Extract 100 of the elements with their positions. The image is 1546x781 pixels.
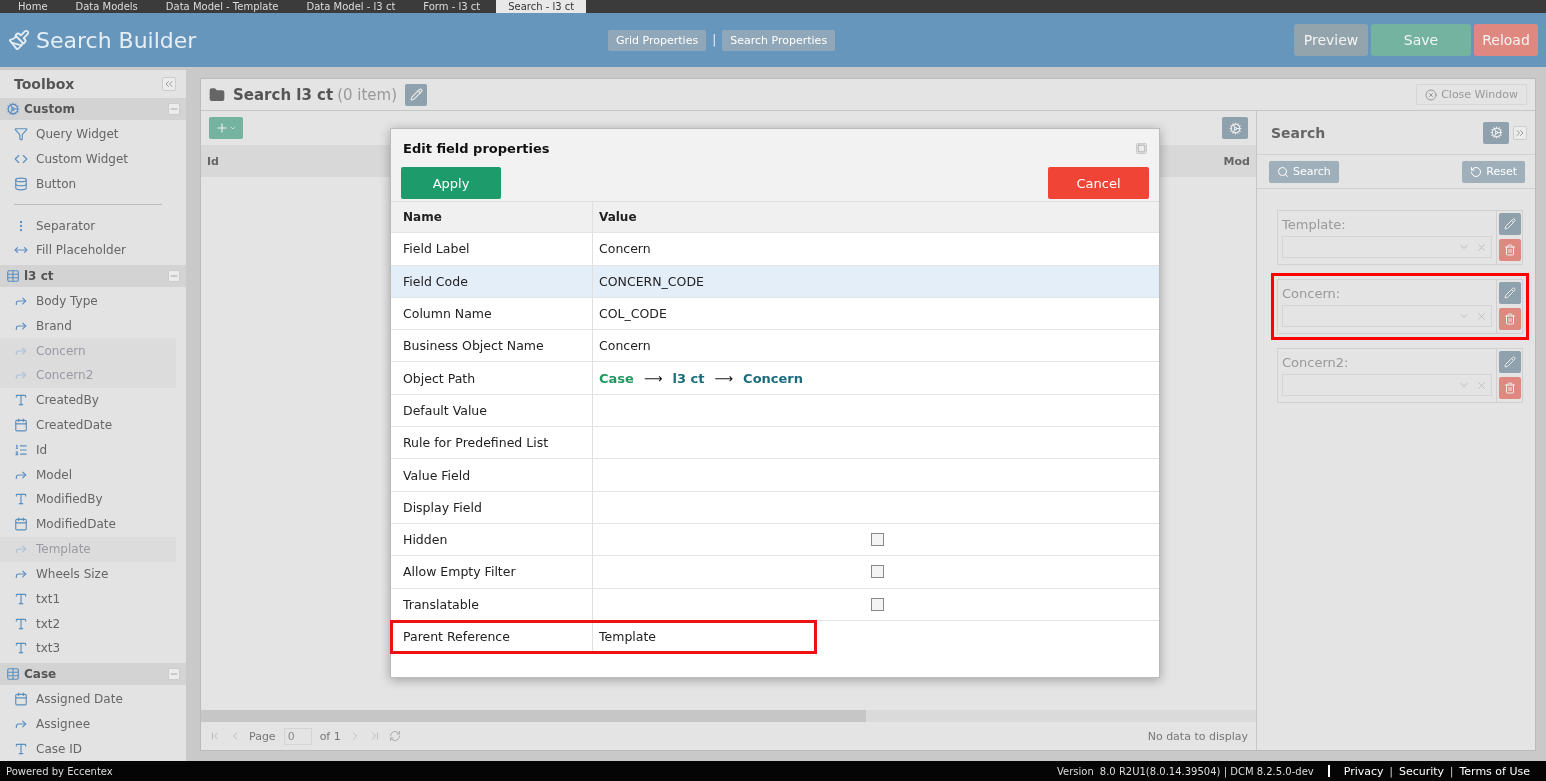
edit-button[interactable] (1499, 213, 1521, 235)
toolbox-item[interactable]: CreatedBy (0, 387, 176, 413)
collapse-button[interactable] (168, 667, 180, 680)
settings-button[interactable] (1222, 117, 1248, 139)
toolbox-item[interactable]: txt2 (0, 611, 176, 636)
collapse-button[interactable] (168, 102, 180, 115)
version-label: Version (1057, 765, 1094, 777)
dropdown-field[interactable] (1282, 236, 1492, 258)
property-row[interactable]: Column Name COL_CODE (391, 297, 1159, 331)
settings-button[interactable] (1483, 121, 1509, 144)
checkbox[interactable] (871, 565, 884, 579)
text-icon (14, 616, 28, 631)
calendar-icon (14, 418, 28, 433)
add-button[interactable] (209, 117, 243, 139)
toolbox-item[interactable]: Model (0, 462, 176, 488)
panel-title: Search (1271, 124, 1327, 141)
scrollbar-thumb[interactable] (201, 710, 866, 722)
edit-button[interactable] (405, 83, 428, 106)
code-icon (14, 152, 28, 166)
path-label: l3 ct (672, 370, 705, 386)
database-icon (14, 176, 28, 191)
property-row[interactable]: Allow Empty Filter (391, 556, 1159, 589)
footer-link[interactable]: Security (1398, 764, 1445, 778)
footer-link[interactable]: Terms of Use (1459, 764, 1530, 778)
delete-button[interactable] (1499, 308, 1521, 330)
trash-icon (1504, 244, 1516, 256)
delete-button[interactable] (1499, 239, 1521, 261)
toolbox-item[interactable]: Separator (0, 213, 176, 238)
property-row[interactable]: Value Field (391, 459, 1159, 492)
square-icon (1137, 143, 1146, 153)
text-icon (14, 641, 28, 656)
checkbox[interactable] (871, 597, 884, 611)
funnel-icon (14, 127, 28, 142)
numbered-list-icon (14, 442, 28, 457)
document-tab[interactable]: Home (6, 0, 60, 13)
toolbox-item[interactable]: Button (0, 171, 176, 197)
property-row[interactable]: Rule for Predefined List (391, 427, 1159, 460)
dropdown-field[interactable] (1282, 374, 1492, 396)
dropdown-field[interactable] (1282, 305, 1492, 327)
property-row[interactable]: Default Value (391, 394, 1159, 428)
section-title: l3 ct (24, 268, 55, 283)
toolbox-item[interactable]: Fill Placeholder (0, 238, 176, 263)
toolbox-item[interactable]: Case ID (0, 736, 176, 761)
column-header: Name (403, 210, 442, 225)
toolbox-item[interactable]: Assignee (0, 711, 176, 737)
table-icon (6, 666, 20, 681)
property-row[interactable]: Display Field (391, 491, 1159, 524)
field-label: Concern: (1282, 286, 1342, 301)
toolbox-item[interactable]: txt3 (0, 635, 176, 661)
property-row[interactable]: Field Code CONCERN_CODE (391, 265, 1159, 298)
toolbox-item[interactable]: Assigned Date (0, 686, 176, 712)
property-row[interactable]: Parent Reference Template (391, 620, 816, 654)
property-row[interactable]: Business Object Name Concern (391, 330, 1159, 363)
document-tab[interactable]: Data Models (63, 0, 150, 13)
checkbox[interactable] (871, 533, 884, 547)
dialog-title: Edit field properties (403, 140, 550, 156)
toolbox-item[interactable]: Custom Widget (0, 146, 176, 172)
footer-link[interactable]: Privacy (1343, 764, 1384, 778)
edit-button[interactable] (1499, 282, 1521, 304)
document-tab[interactable]: Search - l3 ct (496, 0, 587, 13)
toolbox-item[interactable]: Brand (0, 313, 176, 339)
property-name: Field Code (403, 273, 468, 289)
preview-button[interactable]: Preview (1294, 24, 1368, 56)
minimize-button[interactable] (1136, 142, 1147, 154)
property-row[interactable]: Object Path Case ⟶ l3 ct ⟶ Concern (391, 362, 1159, 395)
expand-button[interactable] (1513, 125, 1527, 140)
property-row[interactable]: Hidden (391, 523, 1159, 557)
property-row[interactable]: Translatable (391, 588, 1159, 621)
collapse-button[interactable] (162, 77, 176, 91)
toolbox-item[interactable]: ModifiedBy (0, 487, 176, 512)
toolbox-item[interactable]: Id (0, 437, 176, 463)
toolbox-item[interactable]: txt1 (0, 586, 176, 612)
property-row[interactable]: Field Label Concern (391, 233, 1159, 266)
clear-icon (1476, 241, 1487, 253)
property-value: Template (599, 629, 657, 644)
toolbox-item[interactable]: Query Widget (0, 121, 176, 147)
delete-button[interactable] (1499, 377, 1521, 399)
reload-button[interactable]: Reload (1474, 24, 1538, 56)
field-label: Concern2: (1282, 355, 1350, 370)
document-tab[interactable]: Data Model - Template (153, 0, 291, 13)
edit-button[interactable] (1499, 351, 1521, 373)
toolbox-item[interactable]: CreatedDate (0, 412, 176, 438)
path-label: Concern (743, 370, 804, 386)
cancel-button[interactable]: Cancel (1048, 167, 1149, 199)
document-tab[interactable]: Data Model - l3 ct (294, 0, 408, 13)
apply-button[interactable]: Apply (401, 167, 501, 199)
paintbrush-icon (8, 29, 30, 51)
pencil-icon (1504, 287, 1516, 299)
double-chevron-icon (163, 78, 175, 90)
separator-text: | (1389, 765, 1393, 777)
toolbox-item[interactable]: Wheels Size (0, 561, 176, 587)
document-tab[interactable]: Form - l3 ct (411, 0, 493, 13)
collapse-button[interactable] (168, 269, 180, 282)
toolbox-item[interactable]: Body Type (0, 288, 176, 314)
properties-button[interactable]: Search Properties (722, 29, 836, 51)
properties-button[interactable]: Grid Properties (608, 29, 707, 51)
page-field[interactable]: 0 (283, 727, 312, 745)
section-title: Case (24, 666, 58, 681)
column-header: Id (207, 154, 219, 168)
toolbox-item[interactable]: ModifiedDate (0, 511, 176, 537)
